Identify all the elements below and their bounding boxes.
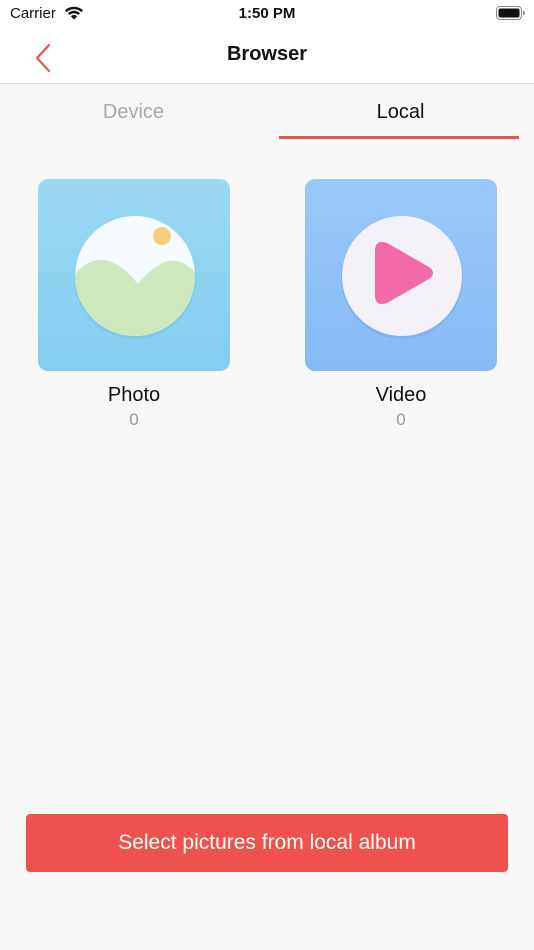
photo-tile[interactable]: Photo 0	[38, 179, 230, 430]
photo-label: Photo	[107, 384, 161, 406]
clock: 1:50 PM	[238, 5, 296, 22]
battery-icon	[496, 6, 526, 20]
video-tile[interactable]: Video 0	[305, 179, 497, 430]
photo-count: 0	[129, 410, 139, 429]
video-play-icon	[305, 179, 497, 371]
status-bar: Carrier 1:50 PM	[0, 0, 534, 28]
photo-icon	[38, 179, 230, 371]
video-label: Video	[375, 384, 427, 406]
active-tab-indicator	[279, 136, 519, 139]
navigation-bar: Browser	[0, 28, 534, 84]
page-title: Browser	[226, 43, 308, 65]
tab-bar: Device Local	[0, 84, 534, 140]
tab-device[interactable]: Device	[0, 84, 267, 140]
video-count: 0	[396, 410, 406, 429]
tab-local[interactable]: Local	[267, 84, 534, 140]
select-from-album-button[interactable]: Select pictures from local album	[26, 814, 508, 872]
